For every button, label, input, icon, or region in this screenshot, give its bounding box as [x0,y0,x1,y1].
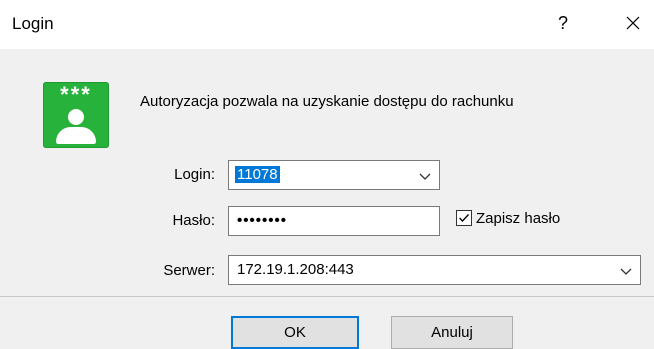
password-field[interactable]: •••••••• [228,206,440,236]
server-value: 172.19.1.208:443 [237,261,354,278]
checkbox-box[interactable] [456,210,472,226]
icon-user-head [68,109,84,125]
chevron-down-icon[interactable] [417,168,433,184]
ok-button[interactable]: OK [231,316,359,349]
server-label: Serwer: [163,262,215,279]
login-selected-text: 11078 [235,166,280,183]
login-label: Login: [174,166,215,183]
icon-user-body [56,127,96,144]
user-password-icon: *** [43,82,109,148]
title-bar: Login ? [0,0,654,49]
help-button[interactable]: ? [548,8,578,38]
close-button[interactable] [618,8,648,38]
description-text: Autoryzacja pozwala na uzyskanie dostępu… [140,93,514,110]
password-label: Hasło: [172,212,215,229]
remember-password-checkbox[interactable]: Zapisz hasło [456,207,560,229]
cancel-button[interactable]: Anuluj [391,316,513,349]
chevron-down-icon[interactable] [618,263,634,279]
password-value: •••••••• [237,212,288,229]
icon-stars: *** [60,82,92,107]
check-icon [459,214,469,222]
remember-password-label: Zapisz hasło [476,209,561,227]
server-combobox[interactable]: 172.19.1.208:443 [228,255,641,285]
separator [0,296,654,297]
window-title: Login [12,14,54,33]
login-value: 11078 [235,166,280,184]
close-icon [626,16,640,30]
login-combobox[interactable]: 11078 [228,160,440,190]
